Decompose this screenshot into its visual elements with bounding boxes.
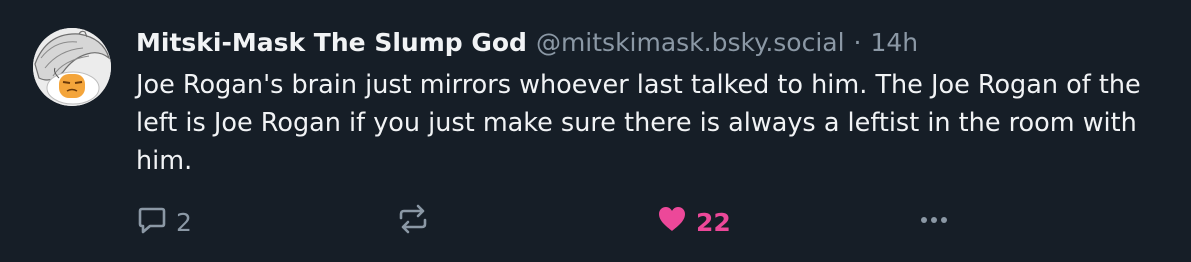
like-button[interactable]: 22 [656, 204, 731, 240]
more-options-button[interactable] [916, 204, 952, 240]
post-content: Mitski-Mask The Slump God @mitskimask.bs… [136, 26, 1176, 180]
separator-dot: · [853, 28, 862, 57]
more-icon [916, 203, 952, 241]
reply-count: 2 [176, 207, 192, 237]
author-handle[interactable]: @mitskimask.bsky.social [536, 26, 845, 60]
reply-button[interactable]: 2 [136, 204, 192, 240]
like-count: 22 [696, 207, 731, 237]
repost-icon [396, 203, 430, 241]
post: Mitski-Mask The Slump God @mitskimask.bs… [0, 0, 1191, 262]
avatar[interactable] [33, 28, 111, 106]
author-display-name[interactable]: Mitski-Mask The Slump God [136, 26, 527, 60]
repost-button[interactable] [396, 204, 430, 240]
post-timestamp[interactable]: 14h [871, 26, 919, 60]
post-actions: 2 22 [136, 204, 956, 240]
post-header: Mitski-Mask The Slump God @mitskimask.bs… [136, 26, 1176, 60]
post-text: Joe Rogan's brain just mirrors whoever l… [136, 70, 1141, 176]
reply-icon [136, 203, 168, 241]
avatar-image [33, 28, 111, 106]
heart-icon [656, 203, 688, 241]
